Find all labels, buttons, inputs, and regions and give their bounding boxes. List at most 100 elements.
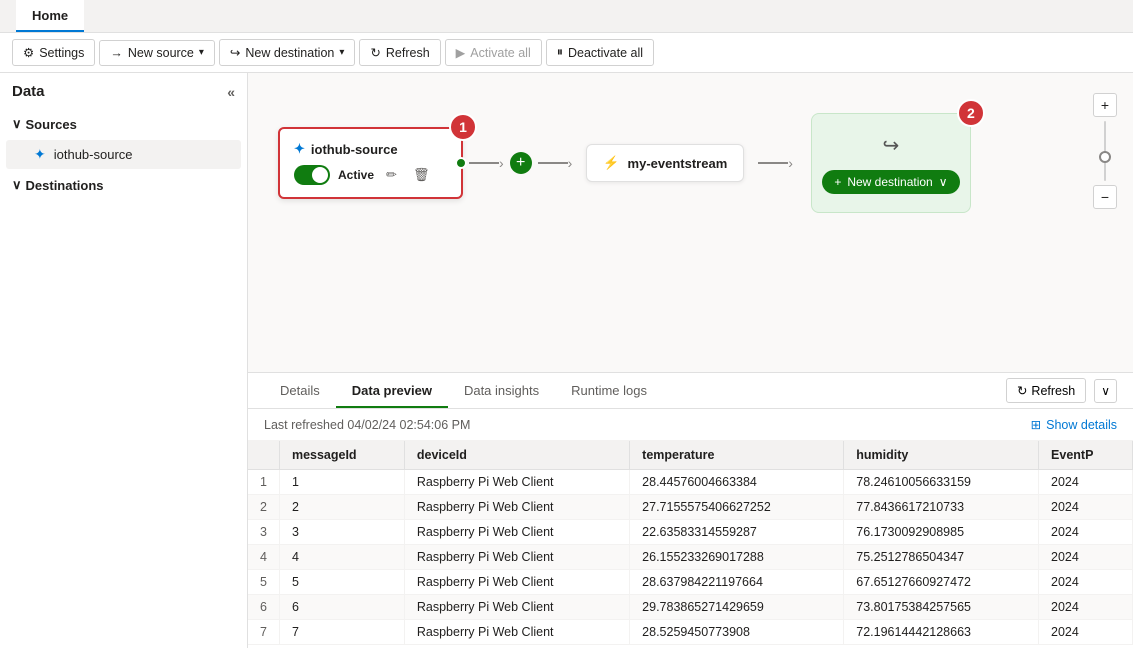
activate-icon: ▶	[456, 45, 466, 60]
plus-connector[interactable]: +	[510, 152, 532, 174]
humidity-cell: 75.2512786504347	[844, 545, 1039, 570]
sources-section[interactable]: ∨ Sources	[0, 110, 247, 138]
data-table: messageId deviceId temperature humidity …	[248, 441, 1133, 645]
temperature-cell: 26.155233269017288	[630, 545, 844, 570]
source-node[interactable]: ✦ iothub-source Active ✏ 🗑	[278, 127, 463, 199]
sidebar-item-iothub-source[interactable]: ✦ iothub-source	[6, 140, 241, 169]
sidebar-collapse-button[interactable]: «	[227, 84, 235, 100]
tab-bar: Home	[0, 0, 1133, 33]
tab-runtime-logs[interactable]: Runtime logs	[555, 373, 663, 408]
zoom-in-button[interactable]: +	[1093, 93, 1117, 117]
message-id-cell: 2	[279, 495, 404, 520]
panel-refresh-button[interactable]: ↻ Refresh	[1006, 378, 1086, 403]
arrow-head-1: ›	[499, 155, 504, 171]
eventp-cell: 2024	[1039, 470, 1133, 495]
device-id-cell: Raspberry Pi Web Client	[404, 545, 629, 570]
eventp-cell: 2024	[1039, 520, 1133, 545]
destination-icon: ↪	[883, 133, 900, 158]
temperature-cell: 28.5259450773908	[630, 620, 844, 645]
destination-node-wrapper: 2 ↪ + New destination ∨	[799, 113, 971, 213]
table-body: 1 1 Raspberry Pi Web Client 28.445760046…	[248, 470, 1133, 645]
new-destination-label: New destination	[245, 46, 334, 60]
message-id-cell: 1	[279, 470, 404, 495]
source-item-label: iothub-source	[54, 147, 133, 162]
device-id-cell: Raspberry Pi Web Client	[404, 570, 629, 595]
table-row: 7 7 Raspberry Pi Web Client 28.525945077…	[248, 620, 1133, 645]
edit-button[interactable]: ✏	[382, 165, 401, 185]
plus-icon: +	[834, 175, 841, 189]
source-node-wrapper: 1 ✦ iothub-source Active ✏ 🗑	[278, 127, 463, 199]
zoom-slider-track	[1104, 121, 1106, 181]
eventp-cell: 2024	[1039, 570, 1133, 595]
zoom-slider-thumb[interactable]	[1099, 151, 1111, 163]
message-id-cell: 4	[279, 545, 404, 570]
destinations-section[interactable]: ∨ Destinations	[0, 171, 247, 199]
new-destination-button[interactable]: ↪ New destination ▾	[219, 39, 355, 66]
table-row: 5 5 Raspberry Pi Web Client 28.637984221…	[248, 570, 1133, 595]
humidity-cell: 77.8436617210733	[844, 495, 1039, 520]
new-source-label: New source	[128, 46, 194, 60]
deactivate-icon: ⏸	[557, 45, 563, 60]
row-num-cell: 2	[248, 495, 279, 520]
eventp-cell: 2024	[1039, 545, 1133, 570]
toggle-row: Active ✏ 🗑	[294, 165, 447, 185]
humidity-cell: 73.80175384257565	[844, 595, 1039, 620]
col-temperature: temperature	[630, 441, 844, 470]
active-toggle[interactable]	[294, 165, 330, 185]
canvas-top: 1 ✦ iothub-source Active ✏ 🗑	[248, 73, 1133, 373]
tab-home[interactable]: Home	[16, 0, 84, 32]
arrow-head-3: ›	[788, 155, 793, 171]
new-destination-canvas-button[interactable]: + New destination ∨	[822, 170, 959, 194]
refresh-toolbar-button[interactable]: ↻ Refresh	[359, 39, 440, 66]
delete-button[interactable]: 🗑	[409, 165, 434, 185]
show-details-icon: ⊞	[1031, 417, 1041, 432]
panel-chevron-button[interactable]: ∨	[1094, 379, 1117, 403]
col-humidity: humidity	[844, 441, 1039, 470]
flow-container: 1 ✦ iothub-source Active ✏ 🗑	[248, 73, 1133, 253]
toolbar: ⚙ Settings → New source ▾ ↪ New destinat…	[0, 33, 1133, 73]
table-row: 2 2 Raspberry Pi Web Client 27.715557540…	[248, 495, 1133, 520]
tab-details[interactable]: Details	[264, 373, 336, 408]
arrow-line-2	[538, 162, 568, 164]
panel-tabs-row: Details Data preview Data insights Runti…	[248, 373, 1133, 409]
eventstream-node[interactable]: ⚡ my-eventstream	[586, 144, 744, 182]
active-label: Active	[338, 168, 374, 182]
eventstream-name: my-eventstream	[628, 156, 728, 171]
chevron-down-icon-2: ▾	[339, 47, 344, 58]
zoom-out-button[interactable]: −	[1093, 185, 1117, 209]
row-num-cell: 4	[248, 545, 279, 570]
message-id-cell: 5	[279, 570, 404, 595]
temperature-cell: 22.63583314559287	[630, 520, 844, 545]
activate-all-button[interactable]: ▶ Activate all	[445, 39, 542, 66]
device-id-cell: Raspberry Pi Web Client	[404, 620, 629, 645]
table-row: 3 3 Raspberry Pi Web Client 22.635833145…	[248, 520, 1133, 545]
sidebar: Data « ∨ Sources ✦ iothub-source ∨ Desti…	[0, 73, 248, 648]
temperature-cell: 28.44576004663384	[630, 470, 844, 495]
message-id-cell: 6	[279, 595, 404, 620]
chevron-right-icon-2: ∨	[12, 177, 22, 193]
settings-button[interactable]: ⚙ Settings	[12, 39, 95, 66]
step-2-badge: 2	[957, 99, 985, 127]
tab-data-insights[interactable]: Data insights	[448, 373, 555, 408]
eventp-cell: 2024	[1039, 595, 1133, 620]
new-source-button[interactable]: → New source ▾	[99, 40, 215, 66]
refresh-icon: ↻	[370, 45, 380, 60]
show-details-button[interactable]: ⊞ Show details	[1031, 417, 1117, 432]
activate-all-label: Activate all	[470, 46, 530, 60]
arrow-1: ›	[463, 155, 510, 171]
bottom-panel: Details Data preview Data insights Runti…	[248, 373, 1133, 648]
eventp-cell: 2024	[1039, 495, 1133, 520]
col-row-num	[248, 441, 279, 470]
table-row: 4 4 Raspberry Pi Web Client 26.155233269…	[248, 545, 1133, 570]
arrow-2: ›	[532, 155, 579, 171]
main-layout: Data « ∨ Sources ✦ iothub-source ∨ Desti…	[0, 73, 1133, 648]
deactivate-all-button[interactable]: ⏸ Deactivate all	[546, 39, 654, 66]
source-node-title: ✦ iothub-source	[294, 141, 447, 157]
new-dest-icon: ↪	[230, 45, 240, 60]
show-details-label: Show details	[1046, 418, 1117, 432]
panel-refresh-icon: ↻	[1017, 383, 1027, 398]
last-refreshed-text: Last refreshed 04/02/24 02:54:06 PM	[264, 418, 470, 432]
col-device-id: deviceId	[404, 441, 629, 470]
tab-data-preview[interactable]: Data preview	[336, 373, 448, 408]
col-message-id: messageId	[279, 441, 404, 470]
